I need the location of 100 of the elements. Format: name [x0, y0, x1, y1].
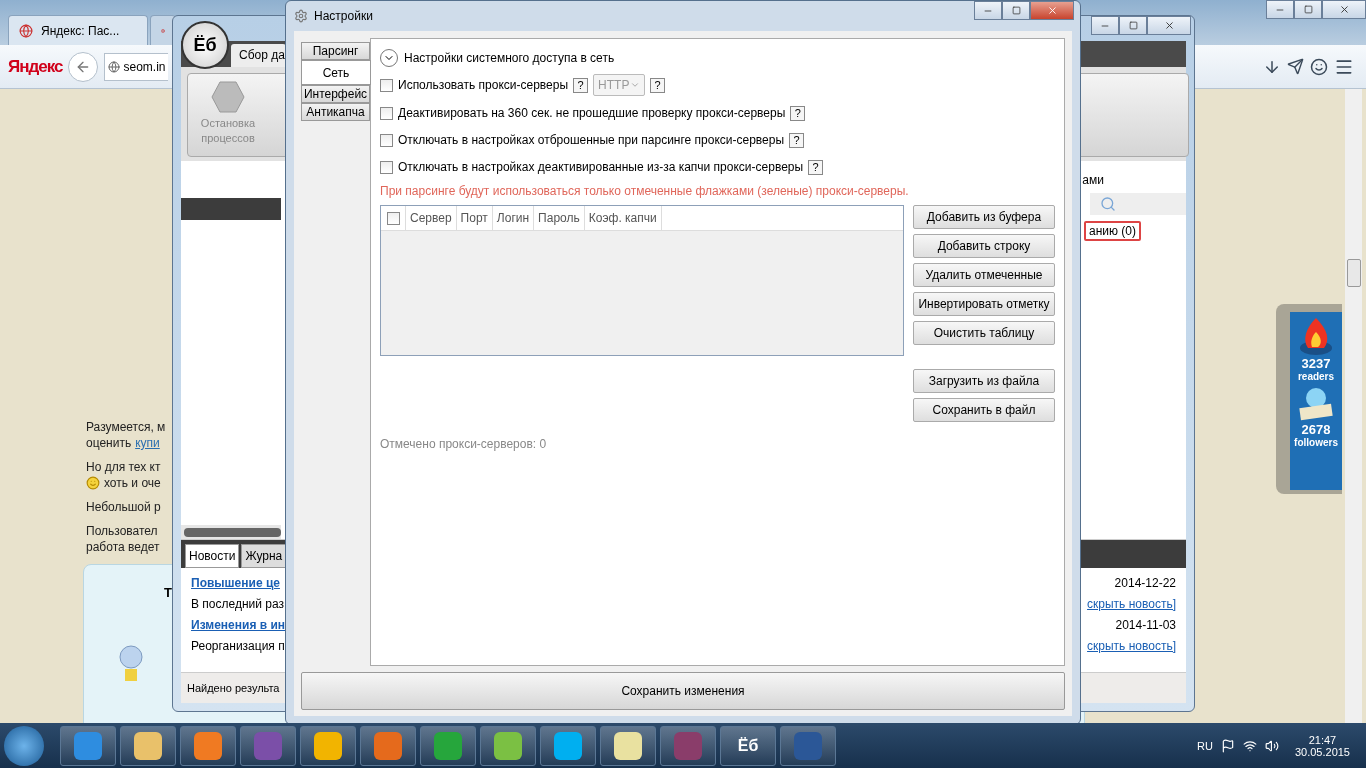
close-button[interactable]: [1030, 1, 1074, 20]
option-label: Деактивировать на 360 сек. не прошедшие проверку прокси-серверы: [398, 106, 786, 120]
help-button[interactable]: ?: [650, 77, 666, 93]
column-header[interactable]: Коэф. капчи: [584, 206, 662, 230]
article-text: Но для тех кт: [86, 459, 161, 475]
checkbox[interactable]: [380, 106, 393, 120]
article-text: работа ведет: [86, 539, 160, 555]
action-button[interactable]: Добавить строку: [913, 234, 1055, 258]
maximize-icon: [1128, 21, 1138, 30]
taskbar-button[interactable]: [120, 725, 176, 766]
action-button[interactable]: Удалить отмеченные: [913, 263, 1055, 287]
taskbar-button[interactable]: [180, 725, 236, 766]
send-icon[interactable]: [1287, 58, 1304, 75]
app-icon: [674, 731, 702, 760]
minimize-button[interactable]: [1266, 0, 1294, 19]
minimize-button[interactable]: [974, 1, 1002, 20]
start-button[interactable]: [4, 725, 44, 766]
settings-tab[interactable]: Сеть: [301, 60, 371, 85]
taskbar-button[interactable]: [540, 725, 596, 766]
app-logo: Ёб: [181, 21, 229, 69]
close-icon: [1163, 20, 1175, 31]
checkbox[interactable]: [380, 160, 393, 174]
checkbox[interactable]: [386, 211, 400, 225]
news-text: В последний раз: [191, 597, 284, 611]
action-button[interactable]: Добавить из буфера: [913, 205, 1055, 229]
ribbon-tab[interactable]: Сбор да: [231, 44, 286, 67]
settings-tab[interactable]: Парсинг: [301, 42, 370, 60]
browser-tab[interactable]: Яндекс: Пас...: [8, 15, 148, 45]
taskbar-button[interactable]: [300, 725, 356, 766]
language-indicator[interactable]: RU: [1197, 739, 1213, 752]
article-text: хоть и оче: [104, 475, 161, 491]
hexagon-icon: [211, 80, 245, 114]
app-icon: [614, 731, 642, 760]
window-title: Настройки: [314, 9, 373, 23]
action-button[interactable]: Сохранить в файл: [913, 398, 1055, 422]
taskbar-button[interactable]: [480, 725, 536, 766]
maximize-icon: [1011, 6, 1021, 15]
news-date: 2014-12-22: [1114, 576, 1176, 590]
app-icon: [794, 731, 822, 760]
back-button[interactable]: [68, 51, 99, 82]
help-button[interactable]: ?: [790, 105, 806, 121]
news-text: Реорганизация п: [191, 639, 285, 653]
column-header[interactable]: Сервер: [406, 206, 457, 230]
clock-date: 30.05.2015: [1294, 745, 1350, 758]
bottom-tab[interactable]: Журна: [241, 544, 287, 568]
volume-icon[interactable]: [1264, 738, 1279, 753]
section-toggle[interactable]: Настройки системного доступа в сеть: [380, 49, 1055, 67]
hide-news-link[interactable]: скрыть новость]: [1087, 639, 1176, 653]
checkbox[interactable]: [380, 78, 393, 92]
tip-title: Т: [164, 585, 172, 600]
save-button[interactable]: Сохранить изменения: [301, 672, 1065, 710]
column-header[interactable]: Порт: [456, 206, 493, 230]
caret-icon: [630, 80, 641, 90]
maximize-button[interactable]: [1002, 1, 1030, 20]
app-icon: [494, 731, 522, 760]
app-icon: [374, 731, 402, 760]
search-field[interactable]: [1090, 193, 1186, 215]
action-button[interactable]: Загрузить из файла: [913, 369, 1055, 393]
column-header[interactable]: Логин: [492, 206, 535, 230]
app-icon: [74, 731, 102, 760]
help-button[interactable]: ?: [789, 132, 805, 148]
news-title[interactable]: Повышение це: [191, 576, 280, 590]
bottom-tab[interactable]: Новости: [185, 544, 240, 568]
column-header[interactable]: Пароль: [534, 206, 585, 230]
close-button[interactable]: [1147, 16, 1191, 35]
smiley-icon[interactable]: [1310, 57, 1328, 76]
app-icon: [314, 731, 342, 760]
scrollbar[interactable]: [1345, 89, 1362, 723]
action-button[interactable]: Очистить таблицу: [913, 321, 1055, 345]
maximize-button[interactable]: [1294, 0, 1322, 19]
flame-icon: [1298, 316, 1334, 356]
taskbar-button[interactable]: [420, 725, 476, 766]
help-button[interactable]: ?: [573, 77, 589, 93]
help-button[interactable]: ?: [808, 159, 824, 175]
scrollbar[interactable]: [181, 525, 281, 539]
close-button[interactable]: [1322, 0, 1366, 19]
article-text: Небольшой р: [86, 499, 161, 515]
address-field[interactable]: seom.in: [104, 52, 168, 81]
close-icon: [1046, 5, 1058, 16]
hide-news-link[interactable]: скрыть новость]: [1087, 597, 1176, 611]
news-title[interactable]: Изменения в ин: [191, 618, 286, 632]
taskbar-button[interactable]: [600, 725, 656, 766]
filter-button[interactable]: анию (0): [1084, 221, 1141, 241]
network-icon[interactable]: [1242, 738, 1257, 753]
taskbar-button[interactable]: Ёб: [720, 725, 776, 766]
followers-label: followers: [1294, 437, 1338, 448]
action-button[interactable]: Инвертировать отметку: [913, 292, 1055, 316]
article-text: Разумеется, м: [86, 419, 166, 435]
minimize-button[interactable]: [1091, 16, 1119, 35]
news-date: 2014-11-03: [1115, 618, 1176, 632]
article-link[interactable]: купи: [135, 435, 160, 451]
taskbar-button[interactable]: [360, 725, 416, 766]
flag-icon[interactable]: [1220, 738, 1235, 753]
settings-tab[interactable]: Интерфейс: [301, 85, 370, 103]
checkbox[interactable]: [380, 133, 393, 147]
maximize-button[interactable]: [1119, 16, 1147, 35]
clock-time: 21:47: [1308, 733, 1337, 746]
option-label: Использовать прокси-серверы: [398, 78, 569, 92]
app-icon: [554, 731, 582, 760]
settings-tab[interactable]: Антикапча: [301, 103, 370, 121]
